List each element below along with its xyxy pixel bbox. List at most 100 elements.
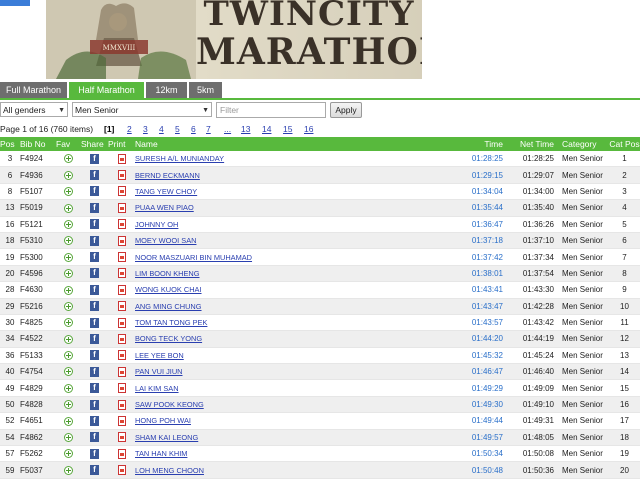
runner-name-link[interactable]: WONG KUOK CHAI — [135, 285, 202, 294]
pdf-certificate-icon[interactable] — [117, 219, 126, 230]
facebook-share-icon[interactable]: f — [90, 399, 99, 410]
facebook-share-icon[interactable]: f — [90, 432, 99, 443]
runner-name-link[interactable]: BERND ECKMANN — [135, 171, 200, 180]
facebook-share-icon[interactable]: f — [90, 415, 99, 426]
pdf-certificate-icon[interactable] — [117, 170, 126, 181]
facebook-share-icon[interactable]: f — [90, 219, 99, 230]
facebook-share-icon[interactable]: f — [90, 301, 99, 312]
facebook-share-icon[interactable]: f — [90, 252, 99, 263]
pdf-certificate-icon[interactable] — [117, 202, 126, 213]
pdf-certificate-icon[interactable] — [117, 186, 126, 197]
pdf-certificate-icon[interactable] — [117, 317, 126, 328]
page-link[interactable]: 2 — [127, 123, 132, 135]
pdf-certificate-icon[interactable] — [117, 399, 126, 410]
add-favorite-icon[interactable] — [64, 465, 73, 475]
facebook-share-icon[interactable]: f — [90, 235, 99, 246]
runner-name-link[interactable]: NOOR MASZUARI BIN MUHAMAD — [135, 253, 252, 262]
facebook-share-icon[interactable]: f — [90, 317, 99, 328]
add-favorite-icon[interactable] — [64, 203, 73, 213]
facebook-share-icon[interactable]: f — [90, 383, 99, 394]
pdf-certificate-icon[interactable] — [117, 153, 126, 164]
runner-name-link[interactable]: TOM TAN TONG PEK — [135, 318, 207, 327]
tab-full-marathon[interactable]: Full Marathon — [0, 82, 67, 99]
top-link-button[interactable] — [0, 0, 30, 6]
pdf-certificate-icon[interactable] — [117, 268, 126, 279]
facebook-share-icon[interactable]: f — [90, 186, 99, 197]
facebook-share-icon[interactable]: f — [90, 170, 99, 181]
runner-name-link[interactable]: JOHNNY OH — [135, 220, 178, 229]
pdf-certificate-icon[interactable] — [117, 432, 126, 443]
add-favorite-icon[interactable] — [64, 367, 73, 377]
runner-name-link[interactable]: LOH MENG CHOON — [135, 466, 204, 475]
facebook-share-icon[interactable]: f — [90, 465, 99, 476]
pdf-certificate-icon[interactable] — [117, 284, 126, 295]
header-pos[interactable]: Pos — [0, 137, 20, 151]
facebook-share-icon[interactable]: f — [90, 202, 99, 213]
tab-half-marathon[interactable]: Half Marathon — [69, 82, 144, 99]
pdf-certificate-icon[interactable] — [117, 252, 126, 263]
add-favorite-icon[interactable] — [64, 269, 73, 279]
page-link[interactable]: 4 — [159, 123, 164, 135]
facebook-share-icon[interactable]: f — [90, 284, 99, 295]
runner-name-link[interactable]: SURESH A/L MUNIANDAY — [135, 154, 224, 163]
header-name[interactable]: Name — [135, 137, 459, 151]
pdf-certificate-icon[interactable] — [117, 350, 126, 361]
page-link[interactable]: 3 — [143, 123, 148, 135]
page-link[interactable]: 14 — [262, 123, 271, 135]
header-bib[interactable]: Bib No — [20, 137, 56, 151]
add-favorite-icon[interactable] — [64, 318, 73, 328]
pdf-certificate-icon[interactable] — [117, 465, 126, 476]
add-favorite-icon[interactable] — [64, 449, 73, 459]
add-favorite-icon[interactable] — [64, 334, 73, 344]
runner-name-link[interactable]: TAN HAN KHIM — [135, 449, 187, 458]
runner-name-link[interactable]: BONG TECK YONG — [135, 334, 202, 343]
header-cat-pos[interactable]: Cat Pos — [609, 137, 640, 151]
add-favorite-icon[interactable] — [64, 351, 73, 361]
facebook-share-icon[interactable]: f — [90, 153, 99, 164]
facebook-share-icon[interactable]: f — [90, 350, 99, 361]
page-link[interactable]: 6 — [191, 123, 196, 135]
filter-input[interactable]: Filter — [216, 102, 326, 118]
runner-name-link[interactable]: LIM BOON KHENG — [135, 269, 199, 278]
runner-name-link[interactable]: TANG YEW CHOY — [135, 187, 197, 196]
runner-name-link[interactable]: HONG POH WAI — [135, 416, 191, 425]
runner-name-link[interactable]: SHAM KAI LEONG — [135, 433, 198, 442]
pdf-certificate-icon[interactable] — [117, 448, 126, 459]
add-favorite-icon[interactable] — [64, 285, 73, 295]
page-link[interactable]: 7 — [206, 123, 211, 135]
runner-name-link[interactable]: PAN VUI JIUN — [135, 367, 183, 376]
facebook-share-icon[interactable]: f — [90, 268, 99, 279]
add-favorite-icon[interactable] — [64, 416, 73, 426]
header-net-time[interactable]: Net Time — [503, 137, 556, 151]
add-favorite-icon[interactable] — [64, 236, 73, 246]
add-favorite-icon[interactable] — [64, 400, 73, 410]
pdf-certificate-icon[interactable] — [117, 301, 126, 312]
page-link[interactable]: 5 — [175, 123, 180, 135]
pdf-certificate-icon[interactable] — [117, 333, 126, 344]
facebook-share-icon[interactable]: f — [90, 366, 99, 377]
apply-button[interactable]: Apply — [330, 102, 362, 118]
runner-name-link[interactable]: LAI KIM SAN — [135, 384, 179, 393]
add-favorite-icon[interactable] — [64, 252, 73, 262]
tab-5km[interactable]: 5km — [189, 82, 222, 99]
pdf-certificate-icon[interactable] — [117, 366, 126, 377]
add-favorite-icon[interactable] — [64, 187, 73, 197]
pdf-certificate-icon[interactable] — [117, 235, 126, 246]
pdf-certificate-icon[interactable] — [117, 383, 126, 394]
add-favorite-icon[interactable] — [64, 301, 73, 311]
add-favorite-icon[interactable] — [64, 219, 73, 229]
runner-name-link[interactable]: SAW POOK KEONG — [135, 400, 204, 409]
add-favorite-icon[interactable] — [64, 383, 73, 393]
add-favorite-icon[interactable] — [64, 154, 73, 164]
header-category[interactable]: Category — [556, 137, 609, 151]
add-favorite-icon[interactable] — [64, 433, 73, 443]
facebook-share-icon[interactable]: f — [90, 333, 99, 344]
page-ellipsis[interactable]: ... — [224, 123, 231, 135]
tab-12km[interactable]: 12km — [146, 82, 187, 99]
facebook-share-icon[interactable]: f — [90, 448, 99, 459]
gender-select[interactable]: All genders ▼ — [0, 102, 68, 117]
runner-name-link[interactable]: PUAA WEN PIAO — [135, 203, 194, 212]
category-select[interactable]: Men Senior ▼ — [72, 102, 212, 117]
runner-name-link[interactable]: LEE YEE BON — [135, 351, 184, 360]
page-link[interactable]: 16 — [304, 123, 313, 135]
